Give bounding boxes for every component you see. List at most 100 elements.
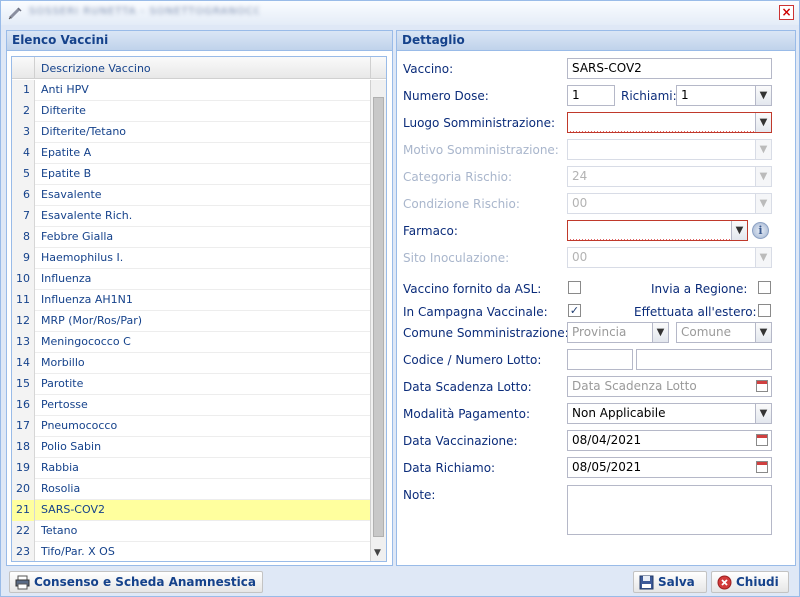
vaccine-name: Pertosse <box>41 398 88 411</box>
scadenza-date-field[interactable]: Data Scadenza Lotto <box>567 376 772 397</box>
pagamento-select[interactable]: Non Applicabile ▼ <box>567 403 772 424</box>
table-row[interactable]: 10 Influenza <box>12 269 370 290</box>
table-row[interactable]: 22 Tetano <box>12 521 370 542</box>
vaccine-name: Tetano <box>41 524 78 537</box>
calendar-icon[interactable] <box>756 380 768 392</box>
chevron-down-icon[interactable]: ▼ <box>755 404 771 423</box>
table-row[interactable]: 9 Haemophilus I. <box>12 248 370 269</box>
comune-select[interactable]: Comune ▼ <box>676 322 772 343</box>
vaccine-name: Influenza <box>41 272 92 285</box>
row-number: 7 <box>12 206 35 227</box>
table-row[interactable]: 17 Pneumococco <box>12 416 370 437</box>
data-richiamo-value: 08/05/2021 <box>572 460 642 474</box>
table-row[interactable]: 8 Febbre Gialla <box>12 227 370 248</box>
vaccine-name: Febbre Gialla <box>41 230 114 243</box>
scroll-down-icon[interactable]: ▼ <box>374 548 381 558</box>
vaccine-name: Meningococco C <box>41 335 131 348</box>
row-number: 9 <box>12 248 35 269</box>
vaccino-field[interactable]: SARS-COV2 <box>567 58 772 79</box>
richiami-select[interactable]: 1 ▼ <box>676 85 772 106</box>
numero-dose-field[interactable]: 1 <box>567 85 615 106</box>
column-header-description[interactable]: Descrizione Vaccino <box>41 62 151 75</box>
provincia-select[interactable]: Provincia ▼ <box>567 322 669 343</box>
table-row[interactable]: 19 Rabbia <box>12 458 370 479</box>
table-row[interactable]: 13 Meningococco C <box>12 332 370 353</box>
vaccine-name: Pneumococco <box>41 419 118 432</box>
row-number: 1 <box>12 80 35 101</box>
row-number: 6 <box>12 185 35 206</box>
note-textarea[interactable] <box>567 485 772 535</box>
vaccine-name: Parotite <box>41 377 84 390</box>
motivo-select: ▼ <box>567 139 772 160</box>
table-row[interactable]: 14 Morbillo <box>12 353 370 374</box>
data-vaccinazione-field[interactable]: 08/04/2021 <box>567 430 772 451</box>
scadenza-placeholder: Data Scadenza Lotto <box>572 379 697 393</box>
in-campagna-checkbox[interactable]: ✓ <box>568 304 581 317</box>
close-icon[interactable]: × <box>779 5 794 20</box>
row-number: 2 <box>12 101 35 122</box>
data-richiamo-field[interactable]: 08/05/2021 <box>567 457 772 478</box>
vaccine-name: Rosolia <box>41 482 81 495</box>
numero-lotto-field[interactable] <box>636 349 772 370</box>
vaccino-label: Vaccino: <box>403 62 454 76</box>
table-row[interactable]: 3 Difterite/Tetano <box>12 122 370 143</box>
calendar-icon[interactable] <box>756 434 768 446</box>
vaccine-name: Esavalente <box>41 188 102 201</box>
salva-button[interactable]: Salva <box>633 571 707 593</box>
table-row[interactable]: 15 Parotite <box>12 374 370 395</box>
table-row[interactable]: 16 Pertosse <box>12 395 370 416</box>
table-row[interactable]: 7 Esavalente Rich. <box>12 206 370 227</box>
table-row[interactable]: 21 SARS-COV2 <box>12 500 370 521</box>
table-row[interactable]: 5 Epatite B <box>12 164 370 185</box>
invia-regione-label: Invia a Regione: <box>651 282 748 296</box>
condizione-select: 00 ▼ <box>567 193 772 214</box>
chevron-down-icon[interactable]: ▼ <box>755 113 771 132</box>
scadenza-label: Data Scadenza Lotto: <box>403 380 532 394</box>
vaccine-name: MRP (Mor/Ros/Par) <box>41 314 143 327</box>
scrollbar-thumb[interactable] <box>373 97 384 537</box>
chevron-down-icon[interactable]: ▼ <box>755 323 771 342</box>
table-row[interactable]: 6 Esavalente <box>12 185 370 206</box>
invia-regione-checkbox[interactable] <box>758 281 771 294</box>
window-title: SOSSERI RUNETTA - SONETTOGRANOCOFF <box>29 6 259 17</box>
title-bar: SOSSERI RUNETTA - SONETTOGRANOCOFF × <box>1 1 799 25</box>
table-row[interactable]: 11 Influenza AH1N1 <box>12 290 370 311</box>
in-campagna-label: In Campagna Vaccinale: <box>403 305 548 319</box>
table-row[interactable]: 4 Epatite A <box>12 143 370 164</box>
farmaco-select[interactable]: ▼ <box>567 220 748 241</box>
salva-label: Salva <box>658 575 695 589</box>
comune-label: Comune Somministrazione: <box>403 326 569 340</box>
chiudi-button[interactable]: Chiudi <box>711 571 789 593</box>
fornito-asl-checkbox[interactable] <box>568 281 581 294</box>
table-row[interactable]: 23 Tifo/Par. X OS <box>12 542 370 561</box>
chevron-down-icon[interactable]: ▼ <box>652 323 668 342</box>
vaccine-name: Influenza AH1N1 <box>41 293 133 306</box>
chevron-down-icon: ▼ <box>755 140 771 159</box>
row-number: 22 <box>12 521 35 542</box>
numero-dose-label: Numero Dose: <box>403 89 489 103</box>
vaccine-name: Esavalente Rich. <box>41 209 133 222</box>
luogo-select[interactable]: ▼ <box>567 112 772 133</box>
chevron-down-icon[interactable]: ▼ <box>755 86 771 105</box>
effettuata-estero-checkbox[interactable] <box>758 304 771 317</box>
row-number-header <box>12 57 35 79</box>
row-number: 13 <box>12 332 35 353</box>
table-row[interactable]: 1 Anti HPV <box>12 80 370 101</box>
table-row[interactable]: 20 Rosolia <box>12 479 370 500</box>
table-row[interactable]: 18 Polio Sabin <box>12 437 370 458</box>
vaccine-name: Tifo/Par. X OS <box>41 545 115 558</box>
table-row[interactable]: 2 Difterite <box>12 101 370 122</box>
grid-scrollbar[interactable]: ▼ <box>370 80 386 561</box>
calendar-icon[interactable] <box>756 461 768 473</box>
scrollbar-header-spacer <box>370 57 386 79</box>
chiudi-label: Chiudi <box>736 575 779 589</box>
consenso-button[interactable]: Consenso e Scheda Anamnestica <box>9 571 263 593</box>
table-row[interactable]: 12 MRP (Mor/Ros/Par) <box>12 311 370 332</box>
chevron-down-icon: ▼ <box>755 248 771 267</box>
codice-lotto-field[interactable] <box>567 349 633 370</box>
cancel-icon <box>717 575 732 590</box>
info-icon[interactable]: i <box>752 222 769 239</box>
syringe-icon <box>8 7 22 20</box>
chevron-down-icon[interactable]: ▼ <box>731 221 747 240</box>
sito-value: 00 <box>572 250 588 264</box>
